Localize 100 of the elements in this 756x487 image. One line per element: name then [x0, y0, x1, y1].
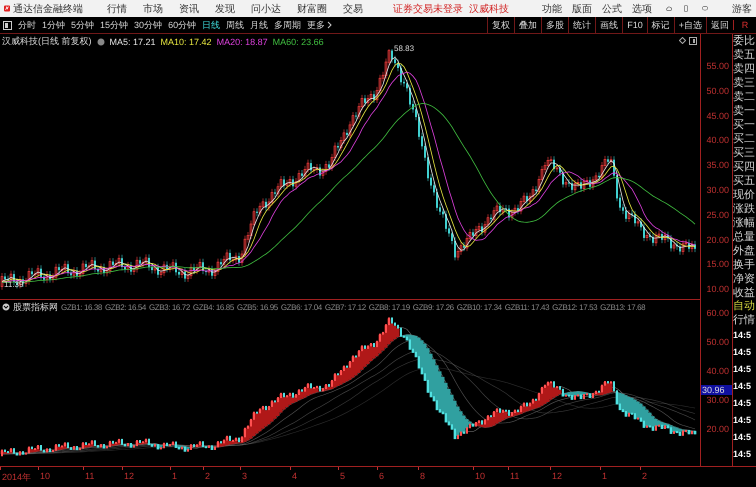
login-notice: 汉威科技: [469, 2, 510, 16]
indicator-reading: GZB13: 17.68: [600, 302, 646, 312]
menu-item[interactable]: 功能: [542, 2, 562, 16]
chat-icon[interactable]: [702, 4, 708, 13]
phone-icon[interactable]: [684, 3, 688, 14]
date-label: 10: [40, 471, 50, 481]
period-tab[interactable]: 60分钟: [168, 18, 196, 32]
quote-label: 委比: [733, 34, 756, 48]
user-label[interactable]: 游客: [732, 2, 752, 16]
date-label: 5: [340, 471, 346, 481]
moving-average-label: MA20: 18.87: [216, 36, 268, 46]
tick-time: 14:5: [733, 363, 752, 376]
period-tab[interactable]: 周线: [226, 18, 244, 32]
panel-toggle-icon[interactable]: [3, 20, 12, 30]
quote-label: 涨跌: [733, 202, 756, 216]
period-tab[interactable]: 更多: [307, 18, 326, 32]
axis-label: 40.00: [706, 366, 729, 376]
quote-label: 换手: [733, 258, 756, 272]
period-tab[interactable]: 日线: [202, 18, 220, 32]
menu-item[interactable]: 交易: [343, 2, 364, 16]
menu-item[interactable]: 资讯: [179, 2, 200, 16]
app-logo-icon: [4, 3, 10, 14]
quote-label: 买五: [733, 174, 756, 188]
date-label: 2: [642, 471, 648, 481]
quote-label: 涨幅: [733, 216, 756, 230]
menu-item[interactable]: 行情: [107, 2, 128, 16]
chevron-down-icon[interactable]: [2, 303, 10, 311]
date-label: 6: [379, 471, 384, 481]
axis-label: 15.00: [706, 259, 729, 270]
window-toggle-icon[interactable]: [689, 37, 697, 45]
period-tab[interactable]: 30分钟: [134, 18, 162, 32]
axis-label: 25.00: [706, 210, 729, 220]
axis-label: 20.00: [706, 234, 729, 245]
quote-label: 现价: [733, 188, 756, 202]
moving-average-label: MA60: 23.66: [272, 36, 324, 46]
period-tab[interactable]: 分时: [18, 18, 36, 32]
quote-label: 卖二: [733, 90, 756, 104]
peak-price-label: 58.83: [394, 44, 414, 53]
quote-label: 买一: [733, 118, 756, 132]
menu-item[interactable]: 问小达: [251, 2, 282, 16]
tick-time: 14:5: [733, 380, 752, 393]
quote-label: 净资: [733, 272, 756, 286]
menu-item[interactable]: 公式: [602, 2, 622, 16]
indicator-reading: GZB11: 17.43: [504, 302, 550, 312]
quote-label: 卖四: [733, 62, 756, 76]
quote-label: 收益: [733, 286, 756, 299]
date-label: 2014年: [2, 471, 32, 484]
date-label: 10: [475, 471, 486, 481]
tick-time: 14:5: [733, 448, 752, 461]
login-notice: 证券交易未登录: [393, 2, 464, 16]
axis-label: 45.00: [706, 110, 729, 121]
tick-time: 14:5: [733, 414, 752, 427]
date-label: 12: [124, 471, 134, 481]
date-label: 1: [602, 471, 608, 481]
axis-label: 40.00: [706, 135, 729, 146]
date-label: 4: [292, 471, 298, 481]
tick-time: 14:5: [733, 329, 752, 342]
indicator-name: 股票指标网: [13, 300, 58, 314]
quote-label: 总量: [733, 230, 756, 244]
period-tab[interactable]: 多周期: [274, 18, 302, 32]
period-tab[interactable]: 1分钟: [42, 18, 66, 32]
menu-item[interactable]: 发现: [215, 2, 236, 16]
axis-label: 30.00: [706, 395, 729, 405]
axis-label: 50.00: [706, 337, 729, 347]
date-label: 8: [420, 471, 426, 481]
period-tab[interactable]: 15分钟: [100, 18, 128, 32]
indicator-reading: GZB5: 16.95: [236, 302, 278, 312]
tick-time: 14:5: [733, 431, 752, 444]
date-label: 11: [85, 471, 94, 481]
axis-label: 20.00: [706, 424, 729, 434]
current-value-label: 30.96: [701, 385, 732, 395]
date-label: 3: [242, 471, 248, 481]
mode-label[interactable]: 自动: [733, 299, 756, 313]
chevron-right-icon[interactable]: [327, 21, 332, 29]
menu-item[interactable]: 市场: [143, 2, 164, 16]
quote-label: 买二: [733, 132, 756, 146]
axis-label: 30.00: [706, 185, 729, 195]
indicator-reading: GZB1: 16.38: [61, 302, 102, 312]
axis-label: 55.00: [706, 61, 729, 71]
period-tab[interactable]: 5分钟: [71, 18, 94, 32]
moving-average-label: MA10: 17.42: [160, 36, 212, 46]
mode-label: 行情: [733, 313, 756, 327]
quote-label: 卖五: [733, 48, 756, 62]
axis-label: 60.00: [706, 308, 729, 318]
date-label: 2: [205, 471, 210, 481]
date-label: 1: [172, 471, 178, 481]
indicator-reading: GZB4: 16.85: [192, 302, 234, 312]
moving-average-label: MA5: 17.21: [110, 36, 156, 46]
diamond-icon[interactable]: [679, 37, 686, 44]
cloud-icon[interactable]: [666, 4, 672, 13]
app-title: 通达信金融终端: [13, 2, 84, 16]
menu-item[interactable]: 版面: [572, 2, 592, 16]
indicator-reading: GZB3: 16.72: [148, 302, 190, 312]
tick-time: 14:5: [733, 397, 752, 410]
corner-label: R: [733, 20, 756, 30]
menu-item[interactable]: 财富圈: [297, 2, 328, 16]
indicator-reading: GZB8: 17.19: [368, 302, 410, 312]
menu-item[interactable]: 选项: [632, 2, 652, 16]
period-tab[interactable]: 月线: [250, 18, 268, 32]
indicator-reading: GZB6: 17.04: [280, 302, 322, 312]
